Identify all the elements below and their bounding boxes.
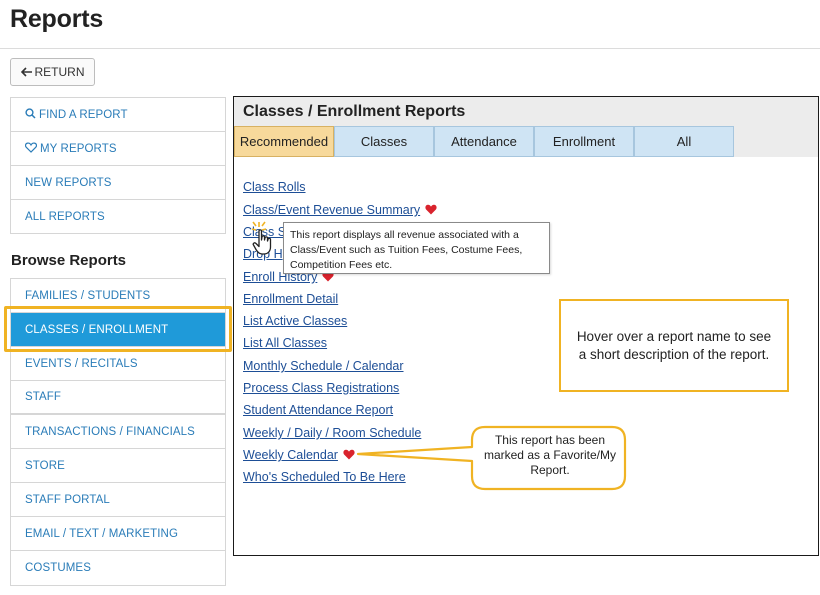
report-link-label: List Active Classes xyxy=(243,314,348,328)
sidebar-item-email-text-marketing[interactable]: EMAIL / TEXT / MARKETING xyxy=(11,517,225,551)
sidebar-item-find-a-report[interactable]: FIND A REPORT xyxy=(11,98,225,132)
tooltip-line: Competition Fees etc. xyxy=(290,259,393,271)
report-tabs: Recommended Classes Attendance Enrollmen… xyxy=(234,126,818,157)
sidebar-item-label: STAFF xyxy=(25,391,62,403)
report-link-label: List All Classes xyxy=(243,336,328,350)
report-link-label: Enrollment Detail xyxy=(243,292,339,306)
return-button-label: RETURN xyxy=(34,65,85,79)
report-link-class-rolls[interactable]: Class Rolls xyxy=(243,180,306,194)
report-link-list-all-classes[interactable]: List All Classes xyxy=(243,336,327,350)
sidebar-item-label: ALL REPORTS xyxy=(25,211,105,223)
favorite-callout: This report has been marked as a Favorit… xyxy=(340,425,630,493)
sidebar-item-label: MY REPORTS xyxy=(40,142,117,155)
title-divider xyxy=(0,48,820,49)
report-link-class-event-revenue-summary[interactable]: Class/Event Revenue Summary xyxy=(243,203,437,218)
sidebar-item-store[interactable]: STORE xyxy=(11,449,225,483)
callout-text: This report has been marked as a Favorit… xyxy=(483,433,617,477)
search-icon xyxy=(25,107,39,122)
report-link-label: Monthly Schedule / Calendar xyxy=(243,359,404,373)
sidebar-item-label: CLASSES / ENROLLMENT xyxy=(25,323,169,336)
sidebar-item-staff-portal[interactable]: STAFF PORTAL xyxy=(11,483,225,517)
sidebar-item-label: FAMILIES / STUDENTS xyxy=(25,289,151,302)
sidebar-quick-links: FIND A REPORT MY REPORTS NEW REPORTS ALL… xyxy=(10,97,226,234)
sidebar-item-label: EVENTS / RECITALS xyxy=(25,357,138,370)
sidebar-item-events-recitals[interactable]: EVENTS / RECITALS xyxy=(11,347,225,381)
return-button[interactable]: RETURN xyxy=(10,58,95,86)
sidebar-item-my-reports[interactable]: MY REPORTS xyxy=(11,132,225,166)
report-link-monthly-schedule-calendar[interactable]: Monthly Schedule / Calendar xyxy=(243,359,404,373)
tab-enrollment[interactable]: Enrollment xyxy=(534,126,634,157)
favorite-heart-icon xyxy=(425,204,437,218)
sidebar-item-label: STORE xyxy=(25,459,65,472)
hover-instruction-callout: Hover over a report name to see a short … xyxy=(559,299,789,392)
tab-classes[interactable]: Classes xyxy=(334,126,434,157)
report-link-process-class-registrations[interactable]: Process Class Registrations xyxy=(243,381,399,395)
report-link-list-active-classes[interactable]: List Active Classes xyxy=(243,314,347,328)
sidebar-item-classes-enrollment[interactable]: CLASSES / ENROLLMENT xyxy=(11,313,225,347)
sidebar-item-new-reports[interactable]: NEW REPORTS xyxy=(11,166,225,200)
sidebar-item-transactions-financials[interactable]: TRANSACTIONS / FINANCIALS xyxy=(11,415,225,449)
hand-cursor-icon xyxy=(251,220,277,261)
sidebar-item-costumes[interactable]: COSTUMES xyxy=(11,551,225,585)
sidebar-item-label: EMAIL / TEXT / MARKETING xyxy=(25,527,178,540)
callout-text: Hover over a report name to see a short … xyxy=(576,328,772,362)
heart-outline-icon xyxy=(24,141,40,156)
sidebar-item-label: STAFF PORTAL xyxy=(25,493,110,506)
report-link-label: Student Attendance Report xyxy=(243,403,394,417)
tab-recommended[interactable]: Recommended xyxy=(234,126,334,157)
sidebar-item-all-reports[interactable]: ALL REPORTS xyxy=(11,200,225,234)
panel-title: Classes / Enrollment Reports xyxy=(234,97,818,126)
arrow-left-icon xyxy=(20,67,33,77)
sidebar-item-label: TRANSACTIONS / FINANCIALS xyxy=(25,425,195,438)
report-description-tooltip: This report displays all revenue associa… xyxy=(283,222,550,274)
report-link-label: Process Class Registrations xyxy=(243,381,400,395)
tooltip-line: Class/Event such as Tuition Fees, Costum… xyxy=(290,244,523,256)
report-link-student-attendance-report[interactable]: Student Attendance Report xyxy=(243,403,393,417)
tooltip-line: This report displays all revenue associa… xyxy=(290,229,519,241)
sidebar-item-staff[interactable]: STAFF xyxy=(11,381,225,415)
report-link-label: Weekly Calendar xyxy=(243,448,338,462)
tab-all[interactable]: All xyxy=(634,126,734,157)
sidebar-item-families-students[interactable]: FAMILIES / STUDENTS xyxy=(11,279,225,313)
sidebar-item-label: COSTUMES xyxy=(25,562,91,574)
tab-attendance[interactable]: Attendance xyxy=(434,126,534,157)
report-link-label: Class/Event Revenue Summary xyxy=(243,203,421,217)
browse-reports-heading: Browse Reports xyxy=(11,252,127,269)
sidebar-item-label: NEW REPORTS xyxy=(25,176,112,189)
report-link-label: Class Rolls xyxy=(243,180,306,194)
sidebar-item-label: FIND A REPORT xyxy=(39,108,128,121)
report-link-enrollment-detail[interactable]: Enrollment Detail xyxy=(243,292,338,306)
report-link-weekly-calendar[interactable]: Weekly Calendar xyxy=(243,448,355,463)
page-title: Reports xyxy=(10,5,104,33)
sidebar-browse-categories: FAMILIES / STUDENTS CLASSES / ENROLLMENT… xyxy=(10,278,226,586)
